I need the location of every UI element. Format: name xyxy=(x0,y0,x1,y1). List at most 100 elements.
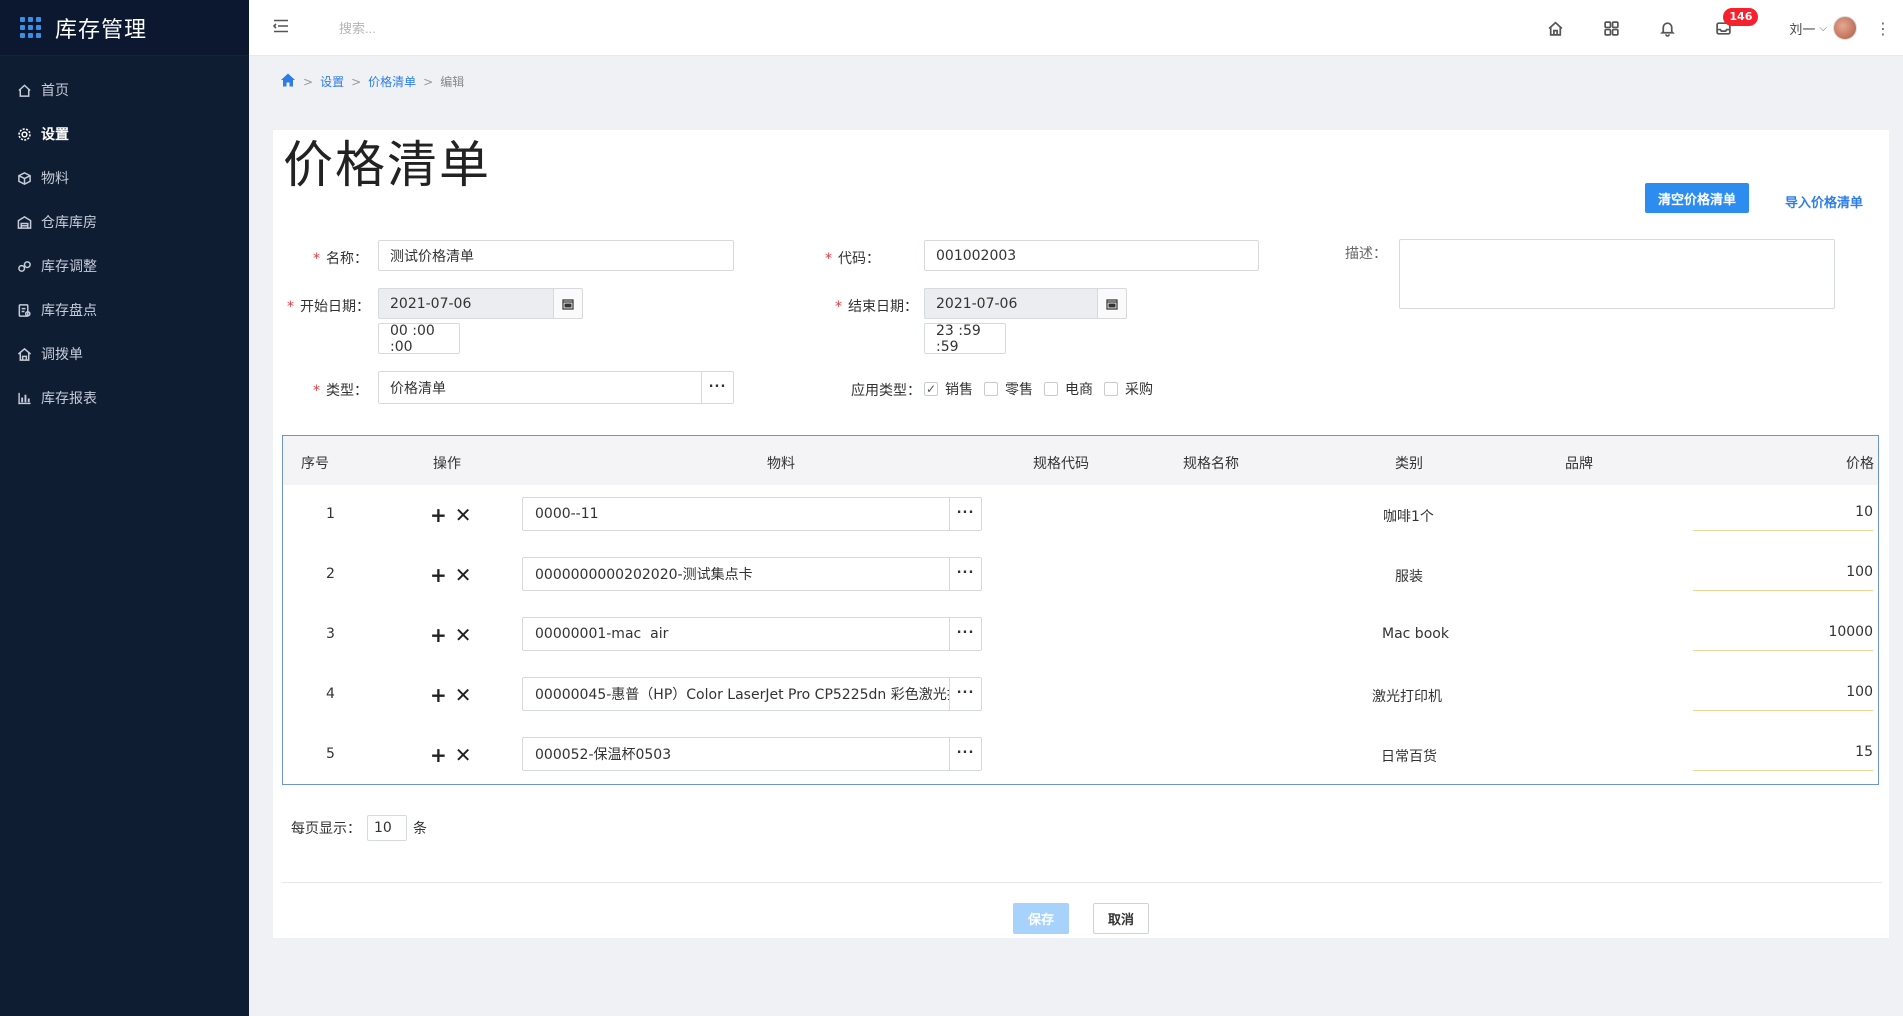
material-field[interactable]: 0000--11... xyxy=(522,497,982,531)
row-number: 5 xyxy=(326,746,335,762)
clear-price-list-button[interactable]: 清空价格清单 xyxy=(1645,183,1749,213)
end-calendar-icon[interactable] xyxy=(1097,288,1127,319)
material-picker-button[interactable]: ... xyxy=(949,738,981,770)
delete-row-icon[interactable]: ✕ xyxy=(455,505,472,525)
material-picker-button[interactable]: ... xyxy=(949,498,981,530)
sidebar-item-reports[interactable]: 库存报表 xyxy=(0,376,249,420)
import-price-list-link[interactable]: 导入价格清单 xyxy=(1785,192,1863,211)
sidebar-item-stock-adjust[interactable]: 库存调整 xyxy=(0,244,249,288)
sidebar-item-label: 仓库库房 xyxy=(41,215,97,231)
description-textarea[interactable] xyxy=(1399,239,1835,309)
bell-icon[interactable] xyxy=(1657,18,1677,38)
apply-ecommerce-checkbox[interactable]: 电商 xyxy=(1044,379,1093,399)
cancel-button[interactable]: 取消 xyxy=(1093,903,1149,934)
table-row: 2 + ✕ 0000000000202020-测试集点卡... 服装 100 xyxy=(283,545,1878,605)
apply-purchase-checkbox[interactable]: 采购 xyxy=(1104,379,1153,399)
apps-grid-icon[interactable] xyxy=(1601,18,1621,38)
app-grid-icon[interactable] xyxy=(20,17,41,38)
price-field[interactable]: 100 xyxy=(1693,677,1873,711)
row-number: 2 xyxy=(326,566,335,582)
start-calendar-icon[interactable] xyxy=(553,288,583,319)
price-field[interactable]: 10 xyxy=(1693,497,1873,531)
apply-type-label: 应用类型： xyxy=(851,383,921,399)
price-field[interactable]: 100 xyxy=(1693,557,1873,591)
add-row-icon[interactable]: + xyxy=(430,745,447,765)
name-field[interactable]: 测试价格清单 xyxy=(378,240,734,271)
price-field[interactable]: 10000 xyxy=(1693,617,1873,651)
header-spec-code: 规格代码 xyxy=(1033,456,1089,472)
add-row-icon[interactable]: + xyxy=(430,685,447,705)
more-vertical-icon[interactable]: ⋮ xyxy=(1875,19,1891,38)
material-field[interactable]: 00000001-mac air... xyxy=(522,617,982,651)
delete-row-icon[interactable]: ✕ xyxy=(455,685,472,705)
apply-type-group: 销售 零售 电商 采购 xyxy=(924,379,1164,399)
delete-row-icon[interactable]: ✕ xyxy=(455,625,472,645)
category-cell: 日常百货 xyxy=(1381,749,1437,765)
row-actions: + ✕ xyxy=(430,505,480,525)
avatar[interactable] xyxy=(1833,16,1857,40)
menu-toggle-icon[interactable] xyxy=(271,16,291,36)
breadcrumb-price-list[interactable]: 价格清单 xyxy=(368,73,416,90)
header-category: 类别 xyxy=(1395,456,1423,472)
add-row-icon[interactable]: + xyxy=(430,565,447,585)
chevron-down-icon[interactable]: ⌵ xyxy=(1819,23,1827,34)
notification-badge: 146 xyxy=(1723,8,1759,26)
sidebar-item-warehouse[interactable]: 仓库库房 xyxy=(0,200,249,244)
category-cell: 咖啡1个 xyxy=(1383,509,1434,525)
user-name[interactable]: 刘一 xyxy=(1789,19,1815,38)
sidebar-item-label: 物料 xyxy=(41,171,69,187)
table-row: 1 + ✕ 0000--11... 咖啡1个 10 xyxy=(283,485,1878,545)
save-button[interactable]: 保存 xyxy=(1013,903,1069,934)
sidebar-item-materials[interactable]: 物料 xyxy=(0,156,249,200)
material-picker-button[interactable]: ... xyxy=(949,558,981,590)
add-row-icon[interactable]: + xyxy=(430,625,447,645)
start-date-field[interactable]: 2021-07-06 xyxy=(378,288,558,319)
page-size-control: 每页显示： 10 条 xyxy=(291,815,427,841)
code-field[interactable]: 001002003 xyxy=(924,240,1259,271)
message-icon[interactable]: 146 xyxy=(1713,8,1759,38)
sidebar-item-label: 调拨单 xyxy=(41,347,83,363)
material-field[interactable]: 0000000000202020-测试集点卡... xyxy=(522,557,982,591)
breadcrumb-current: 编辑 xyxy=(440,75,465,89)
delete-row-icon[interactable]: ✕ xyxy=(455,565,472,585)
home-icon[interactable] xyxy=(1545,18,1565,38)
home-icon[interactable] xyxy=(280,72,296,91)
gear-icon xyxy=(16,126,32,142)
inventory-check-icon xyxy=(16,302,32,318)
breadcrumb: > 设置 > 价格清单 > 编辑 xyxy=(280,72,464,91)
bar-chart-icon xyxy=(16,390,32,406)
page-size-input[interactable]: 10 xyxy=(367,815,407,841)
end-time-field[interactable]: 23 :59 :59 xyxy=(924,323,1006,355)
row-number: 1 xyxy=(326,506,335,522)
table-row: 5 + ✕ 000052-保温杯0503... 日常百货 15 xyxy=(283,725,1878,785)
sidebar-item-stocktake[interactable]: 库存盘点 xyxy=(0,288,249,332)
price-field[interactable]: 15 xyxy=(1693,737,1873,771)
table-row: 4 + ✕ 00000045-惠普（HP）Color LaserJet Pro C… xyxy=(283,665,1878,725)
material-field[interactable]: 00000045-惠普（HP）Color LaserJet Pro CP5225… xyxy=(522,677,982,711)
apply-sales-checkbox[interactable]: 销售 xyxy=(924,379,973,399)
header-no: 序号 xyxy=(301,456,329,472)
sidebar-item-settings[interactable]: 设置 xyxy=(0,112,249,156)
row-actions: + ✕ xyxy=(430,625,480,645)
type-picker-button[interactable]: ... xyxy=(701,372,733,403)
home-icon xyxy=(16,82,32,98)
sidebar-menu: 首页 设置 物料 仓库库房 库存调整 库存盘点 调拨单 库存报表 xyxy=(0,68,249,420)
sidebar-item-label: 库存调整 xyxy=(41,259,97,275)
end-date-label: * 结束日期： xyxy=(835,299,918,315)
type-field[interactable]: 价格清单 ... xyxy=(378,371,734,404)
material-picker-button[interactable]: ... xyxy=(949,618,981,650)
material-field[interactable]: 000052-保温杯0503... xyxy=(522,737,982,771)
breadcrumb-settings[interactable]: 设置 xyxy=(320,73,344,90)
search-input[interactable] xyxy=(339,14,599,42)
sidebar-item-home[interactable]: 首页 xyxy=(0,68,249,112)
page-size-label: 每页显示： xyxy=(291,821,361,837)
start-time-field[interactable]: 00 :00 :00 xyxy=(378,323,460,355)
material-picker-button[interactable]: ... xyxy=(949,678,981,710)
sidebar-item-label: 设置 xyxy=(41,127,69,143)
apply-retail-checkbox[interactable]: 零售 xyxy=(984,379,1033,399)
sidebar-item-transfer[interactable]: 调拨单 xyxy=(0,332,249,376)
add-row-icon[interactable]: + xyxy=(430,505,447,525)
delete-row-icon[interactable]: ✕ xyxy=(455,745,472,765)
end-date-field[interactable]: 2021-07-06 xyxy=(924,288,1102,319)
table-header: 序号 操作 物料 规格代码 规格名称 类别 品牌 价格 xyxy=(283,436,1878,485)
